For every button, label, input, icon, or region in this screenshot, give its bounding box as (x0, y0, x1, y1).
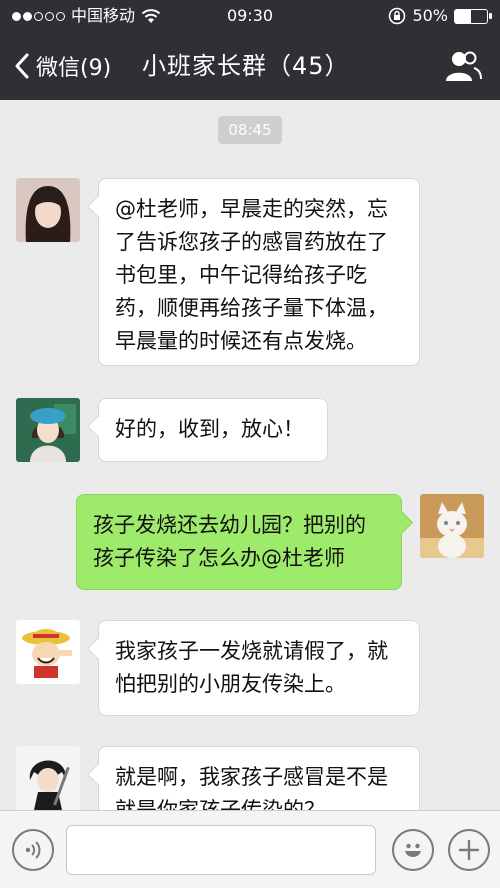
girl-long-hair-avatar[interactable] (16, 178, 80, 242)
input-bar (0, 810, 500, 888)
carrier-name: 中国移动 (71, 6, 136, 25)
straw-hat-cartoon-avatar[interactable] (16, 620, 80, 684)
status-bar: 中国移动 09:30 50% (0, 0, 500, 32)
back-button[interactable]: 微信(9) (14, 46, 111, 86)
message-bubble[interactable]: 好的，收到，放心！ (98, 398, 328, 462)
emoji-button[interactable] (392, 829, 434, 871)
battery-icon (454, 8, 492, 24)
nav-bar: 微信(9) 小班家长群（45） (0, 32, 500, 100)
status-right: 50% (388, 0, 492, 32)
message-text: 孩子发烧还去幼儿园？把别的孩子传染了怎么办@杜老师 (93, 513, 366, 570)
message-bubble[interactable]: 我家孩子一发烧就请假了，就怕把别的小朋友传染上。 (98, 620, 420, 716)
top-bar: 中国移动 09:30 50% 微信(9) 小班家长群（45） (0, 0, 500, 100)
more-actions-button[interactable] (448, 829, 490, 871)
chat-title: 小班家长群（45） (142, 52, 350, 80)
girl-blue-hat-avatar[interactable] (16, 398, 80, 462)
message-text: 好的，收到，放心！ (115, 417, 304, 441)
message-text: 我家孩子一发烧就请假了，就怕把别的小朋友传染上。 (115, 639, 388, 696)
chat-area[interactable]: 08:45 @杜老师，早晨走的突然，忘了告诉您孩子的感冒药放在了书包里，中午记得… (0, 100, 500, 810)
plus-icon (458, 839, 480, 861)
group-members-button[interactable] (444, 48, 482, 84)
message-bubble[interactable]: @杜老师，早晨走的突然，忘了告诉您孩子的感冒药放在了书包里，中午记得给孩子吃药，… (98, 178, 420, 366)
message-bubble-outgoing[interactable]: 孩子发烧还去幼儿园？把别的孩子传染了怎么办@杜老师 (76, 494, 402, 590)
message-input[interactable] (66, 825, 376, 875)
smiley-face-icon (405, 843, 421, 857)
wifi-icon (141, 9, 161, 23)
chevron-left-icon (15, 53, 29, 79)
battery-percent: 50% (412, 6, 448, 25)
voice-input-button[interactable] (12, 829, 54, 871)
group-members-icon (446, 51, 482, 81)
white-cat-avatar[interactable] (420, 494, 484, 558)
message-text: 就是啊，我家孩子感冒是不是就是你家孩子传染的？ (115, 765, 388, 810)
signal-strength-icon (12, 11, 65, 21)
message-bubble[interactable]: 就是啊，我家孩子感冒是不是就是你家孩子传染的？ (98, 746, 420, 810)
status-left: 中国移动 (12, 0, 161, 32)
voice-icon (25, 841, 41, 859)
message-timestamp: 08:45 (218, 116, 282, 144)
message-text: @杜老师，早晨走的突然，忘了告诉您孩子的感冒药放在了书包里，中午记得给孩子吃药，… (115, 197, 388, 353)
rotation-lock-icon (389, 7, 406, 25)
back-label: 微信(9) (36, 56, 112, 81)
anime-character-avatar[interactable] (16, 746, 80, 810)
